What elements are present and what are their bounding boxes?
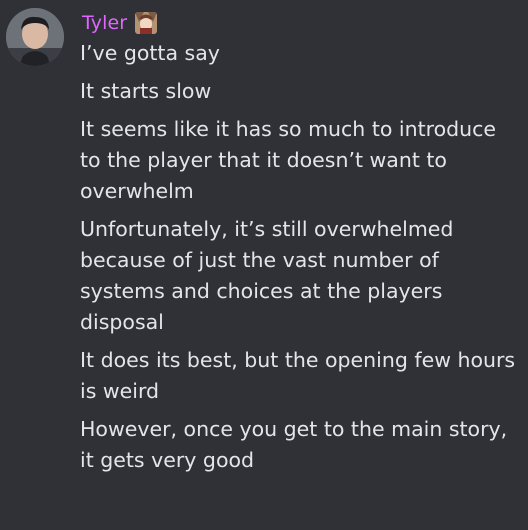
message-header: Tyler — [82, 10, 520, 36]
message-line: Unfortunately, it’s still overwhelmed be… — [80, 217, 454, 334]
character-portrait-icon — [135, 12, 158, 34]
message-line: I’ve gotta say — [80, 41, 220, 65]
message-line: It does its best, but the opening few ho… — [80, 348, 516, 403]
message-line: It starts slow — [80, 79, 212, 103]
author-name[interactable]: Tyler — [82, 12, 127, 34]
user-avatar[interactable] — [6, 8, 64, 66]
message-group: Tyler I’ve gotta say It starts slow It s… — [0, 0, 528, 530]
message-line: It seems like it has so much to introduc… — [80, 117, 497, 203]
message-list: I’ve gotta say It starts slow It seems l… — [80, 38, 520, 483]
message-line: However, once you get to the main story,… — [80, 417, 508, 472]
